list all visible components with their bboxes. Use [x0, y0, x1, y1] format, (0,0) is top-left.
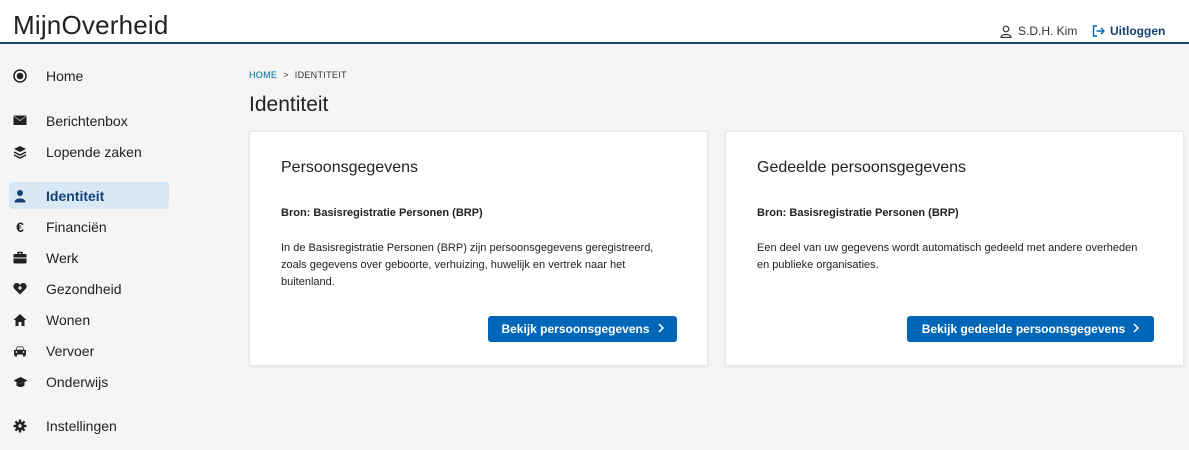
sidebar-item-gezondheid[interactable]: Gezondheid: [9, 275, 169, 302]
sidebar-item-lopende-zaken[interactable]: Lopende zaken: [9, 138, 169, 165]
sidebar-item-label: Lopende zaken: [46, 143, 142, 160]
card-gedeelde-persoonsgegevens: Gedeelde persoonsgegevens Bron: Basisreg…: [725, 131, 1184, 366]
sidebar-item-label: Identiteit: [46, 187, 105, 204]
sidebar-item-label: Home: [46, 67, 84, 84]
user-account[interactable]: S.D.H. Kim: [1000, 24, 1077, 38]
graduation-cap-icon: [12, 374, 28, 390]
briefcase-icon: [12, 250, 28, 266]
top-bar: MijnOverheid S.D.H. Kim Uitloggen: [0, 0, 1189, 44]
bekijk-persoonsgegevens-button[interactable]: Bekijk persoonsgegevens: [488, 316, 677, 342]
chevron-right-icon: [1133, 322, 1140, 336]
card-description-line: zoals gegevens over geboorte, verhuizing…: [281, 259, 626, 272]
card-description: In de Basisregistratie Personen (BRP) zi…: [281, 240, 653, 291]
sidebar-item-label: Berichtenbox: [46, 112, 128, 129]
sidebar-item-label: Financiën: [46, 218, 107, 235]
bekijk-gedeelde-persoonsgegevens-button[interactable]: Bekijk gedeelde persoonsgegevens: [907, 316, 1154, 342]
sidebar-item-berichtenbox[interactable]: Berichtenbox: [9, 107, 169, 134]
card-title: Gedeelde persoonsgegevens: [757, 159, 967, 176]
sidebar-item-label: Gezondheid: [46, 280, 122, 297]
card-description-line: Een deel van uw gegevens wordt automatis…: [757, 242, 1138, 254]
card-persoonsgegevens: Persoonsgegevens Bron: Basisregistratie …: [249, 131, 708, 366]
layers-icon: [12, 144, 28, 160]
breadcrumb-current: IDENTITEIT: [294, 70, 347, 80]
card-description-line: In de Basisregistratie Personen (BRP) zi…: [281, 242, 654, 254]
button-label: Bekijk gedeelde persoonsgegevens: [921, 322, 1126, 336]
card-description-line: en publieke organisaties.: [757, 259, 879, 272]
logout-icon: [1092, 25, 1105, 37]
breadcrumb: HOME > IDENTITEIT: [249, 70, 347, 80]
sidebar-item-wonen[interactable]: Wonen: [9, 306, 169, 333]
site-logo[interactable]: MijnOverheid: [13, 10, 169, 41]
sidebar-item-identiteit[interactable]: Identiteit: [9, 182, 169, 209]
logout-button[interactable]: Uitloggen: [1092, 24, 1165, 38]
chevron-right-icon: [658, 322, 664, 336]
card-description-line: buitenland.: [281, 276, 335, 289]
card-source: Bron: Basisregistratie Personen (BRP): [281, 207, 483, 219]
card-source: Bron: Basisregistratie Personen (BRP): [757, 207, 959, 219]
sidebar-item-instellingen[interactable]: Instellingen: [9, 412, 169, 439]
breadcrumb-home-link[interactable]: HOME: [249, 70, 277, 80]
sidebar-item-label: Werk: [46, 249, 79, 266]
sidebar-item-home[interactable]: Home: [9, 62, 169, 89]
euro-icon: €: [16, 218, 24, 235]
sidebar-item-financien[interactable]: € Financiën: [9, 213, 169, 240]
breadcrumb-separator: >: [283, 70, 289, 80]
sidebar-item-label: Instellingen: [46, 417, 117, 434]
sidebar-item-label: Wonen: [46, 311, 91, 328]
sidebar-item-vervoer[interactable]: Vervoer: [9, 337, 169, 364]
page-title: Identiteit: [249, 93, 329, 116]
envelope-icon: [12, 113, 28, 129]
heart-icon: [12, 281, 28, 297]
sidebar-item-label: Vervoer: [46, 342, 95, 359]
user-icon: [1000, 25, 1012, 38]
sidebar-item-werk[interactable]: Werk: [9, 244, 169, 271]
logout-label: Uitloggen: [1110, 24, 1166, 38]
sidebar-item-label: Onderwijs: [46, 373, 109, 390]
car-icon: [12, 343, 28, 359]
card-description: Een deel van uw gegevens wordt automatis…: [757, 240, 1137, 274]
home-circle-icon: [12, 68, 28, 84]
button-label: Bekijk persoonsgegevens: [501, 322, 650, 336]
sidebar-item-onderwijs[interactable]: Onderwijs: [9, 368, 169, 395]
house-icon: [12, 312, 28, 328]
gear-icon: [12, 418, 28, 434]
person-icon: [12, 188, 28, 204]
card-title: Persoonsgegevens: [281, 159, 418, 176]
sidebar-nav: Home Berichtenbox Lopende zaken Identite…: [0, 46, 200, 450]
user-name: S.D.H. Kim: [1018, 24, 1078, 38]
